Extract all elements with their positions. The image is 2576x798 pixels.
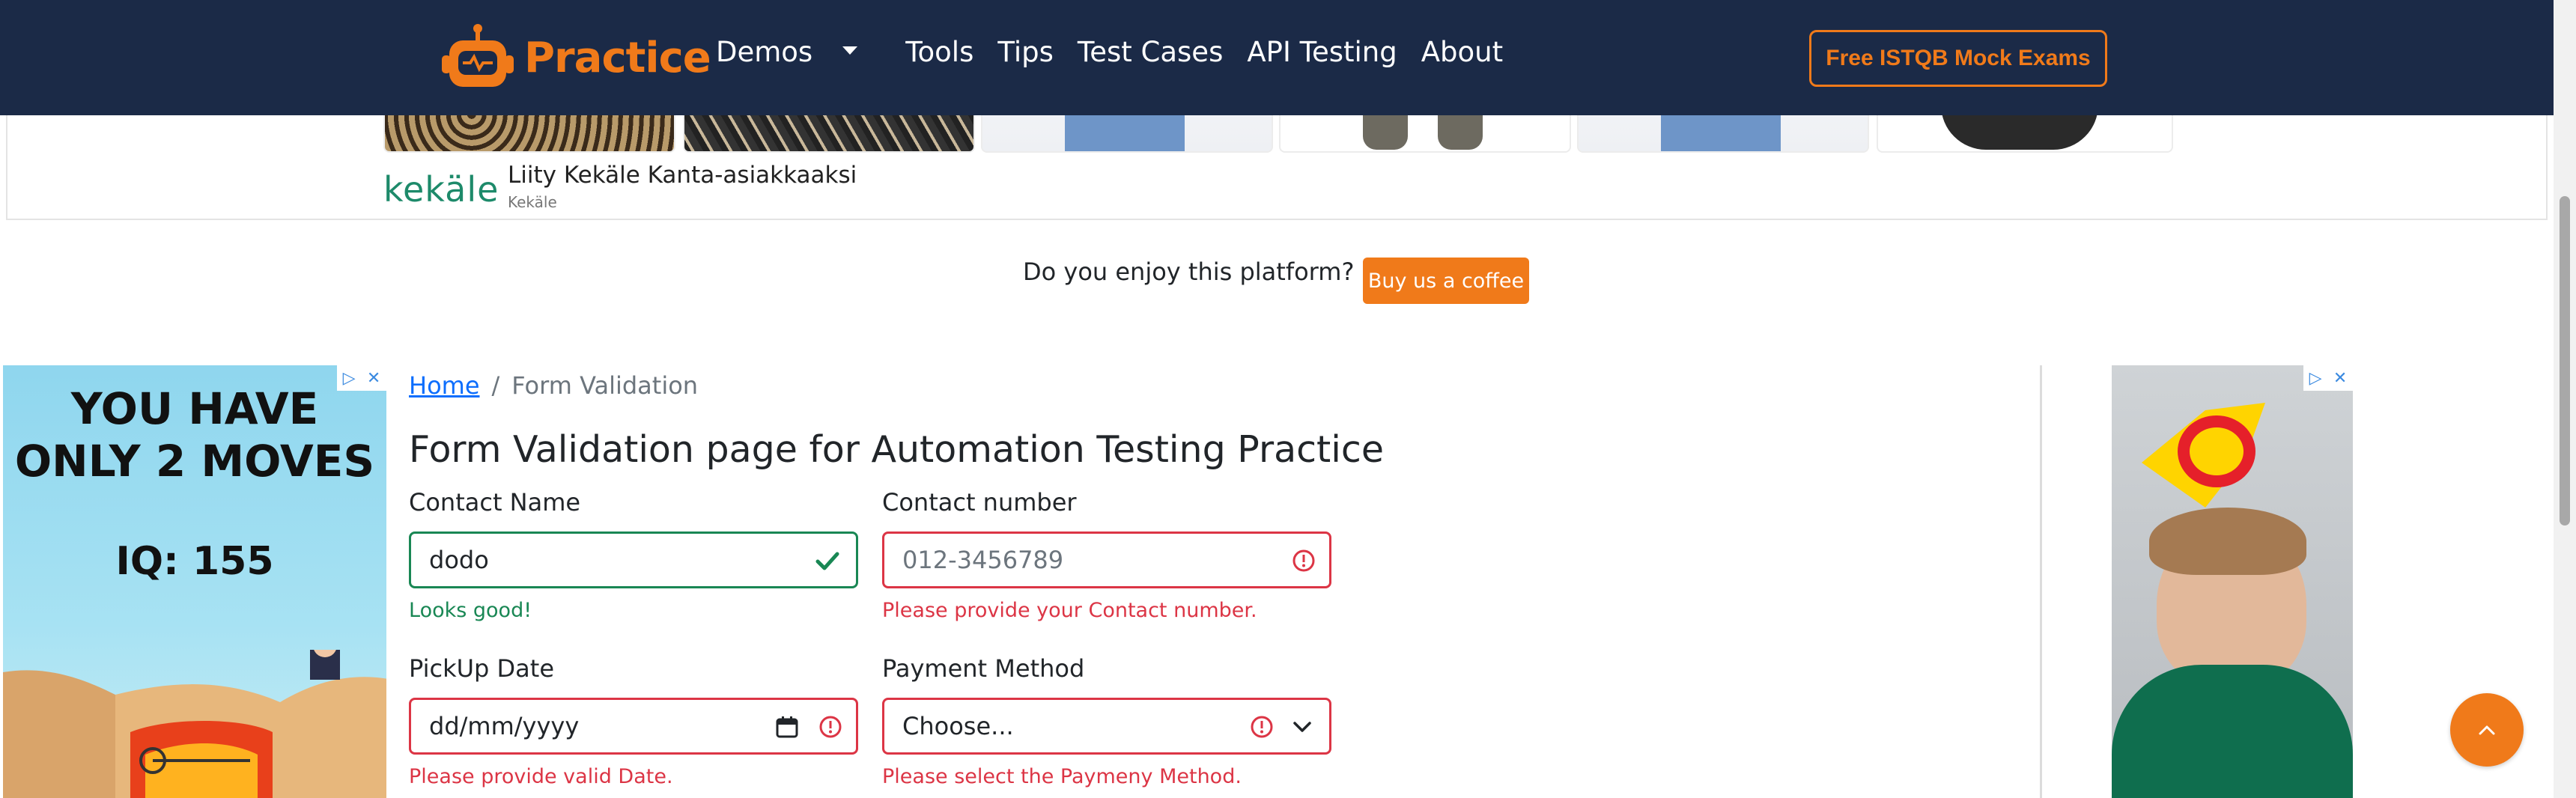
ad-person-shirt: [2112, 665, 2353, 798]
brand-logo-link[interactable]: Practice: [442, 22, 711, 93]
page-title: Form Validation page for Automation Test…: [409, 428, 1384, 471]
game-ad-left[interactable]: ▷ ✕ YOU HAVE ONLY 2 MOVES IQ: 155: [3, 365, 386, 798]
pickup-date-feedback: Please provide valid Date.: [409, 765, 673, 788]
store-brand-logo: [2142, 403, 2265, 508]
nav-demos[interactable]: Demos: [716, 36, 881, 68]
robot-logo-icon: [442, 24, 514, 87]
contact-number-label: Contact number: [882, 488, 1077, 517]
contact-number-input[interactable]: 012-3456789: [882, 532, 1331, 588]
top-navbar: Practice Demos Tools Tips Test Cases API…: [0, 0, 2554, 115]
pickup-date-placeholder: dd/mm/yyyy: [429, 712, 580, 740]
contact-name-label: Contact Name: [409, 488, 581, 517]
nav-tools[interactable]: Tools: [905, 36, 973, 68]
ad-line-2: ONLY 2 MOVES: [14, 436, 375, 487]
ad-title[interactable]: Liity Kekäle Kanta-asiakkaaksi: [508, 162, 857, 189]
ad-person-hair: [2149, 508, 2306, 575]
breadcrumb-home-link[interactable]: Home: [409, 371, 480, 400]
support-prompt: Do you enjoy this platform?: [1023, 258, 1391, 286]
payment-method-feedback: Please select the Paymeny Method.: [882, 765, 1242, 788]
close-icon[interactable]: ✕: [2333, 368, 2347, 388]
nav-api-testing[interactable]: API Testing: [1247, 36, 1397, 68]
contact-name-value: dodo: [429, 546, 489, 574]
error-icon: [1251, 716, 1273, 738]
brand-name: Practice: [524, 33, 711, 82]
ad-choices-icon[interactable]: ▷: [2309, 368, 2322, 388]
contact-number-feedback: Please provide your Contact number.: [882, 599, 1257, 622]
game-illustration: [3, 650, 386, 798]
store-ad-right[interactable]: ▷ ✕: [2112, 365, 2353, 798]
payment-method-selected: Choose...: [902, 712, 1014, 740]
scrollbar-thumb[interactable]: [2560, 196, 2570, 526]
check-icon: [815, 552, 839, 570]
sidebar-divider: [2040, 365, 2042, 798]
buy-coffee-button[interactable]: Buy us a coffee: [1363, 258, 1529, 304]
kekale-logo[interactable]: kekäle: [383, 169, 499, 210]
nav-test-cases[interactable]: Test Cases: [1078, 36, 1223, 68]
payment-method-label: Payment Method: [882, 654, 1085, 683]
nav-about[interactable]: About: [1421, 36, 1503, 68]
breadcrumb-current: Form Validation: [511, 371, 699, 400]
page-scrollbar[interactable]: [2554, 0, 2576, 798]
ad-line-3: IQ: 155: [115, 539, 274, 584]
error-icon: [819, 716, 842, 738]
nav-demos-label: Demos: [716, 36, 813, 68]
support-text: Do you enjoy this platform?: [1023, 258, 1355, 286]
payment-method-select[interactable]: Choose...: [882, 698, 1331, 755]
contact-name-feedback: Looks good!: [409, 599, 532, 622]
caret-down-icon: [842, 46, 858, 55]
contact-name-input[interactable]: dodo: [409, 532, 858, 588]
pickup-date-input[interactable]: dd/mm/yyyy: [409, 698, 858, 755]
chevron-up-icon: [2479, 725, 2495, 735]
nav-tips[interactable]: Tips: [997, 36, 1054, 68]
calendar-icon[interactable]: [775, 715, 799, 739]
breadcrumb: Home / Form Validation: [409, 371, 698, 400]
nav-links: Demos Tools Tips Test Cases API Testing …: [716, 36, 1527, 68]
istqb-mock-exams-button[interactable]: Free ISTQB Mock Exams: [1809, 30, 2107, 87]
breadcrumb-separator: /: [491, 371, 500, 400]
ad-advertiser: Kekäle: [508, 193, 557, 211]
pickup-date-label: PickUp Date: [409, 654, 554, 683]
chevron-down-icon: [1293, 722, 1311, 732]
scroll-to-top-button[interactable]: [2450, 693, 2524, 767]
ad-line-1: YOU HAVE: [70, 383, 319, 434]
error-icon: [1292, 549, 1315, 572]
contact-number-placeholder: 012-3456789: [902, 546, 1064, 574]
ad-choices[interactable]: ▷ ✕: [2303, 365, 2353, 391]
